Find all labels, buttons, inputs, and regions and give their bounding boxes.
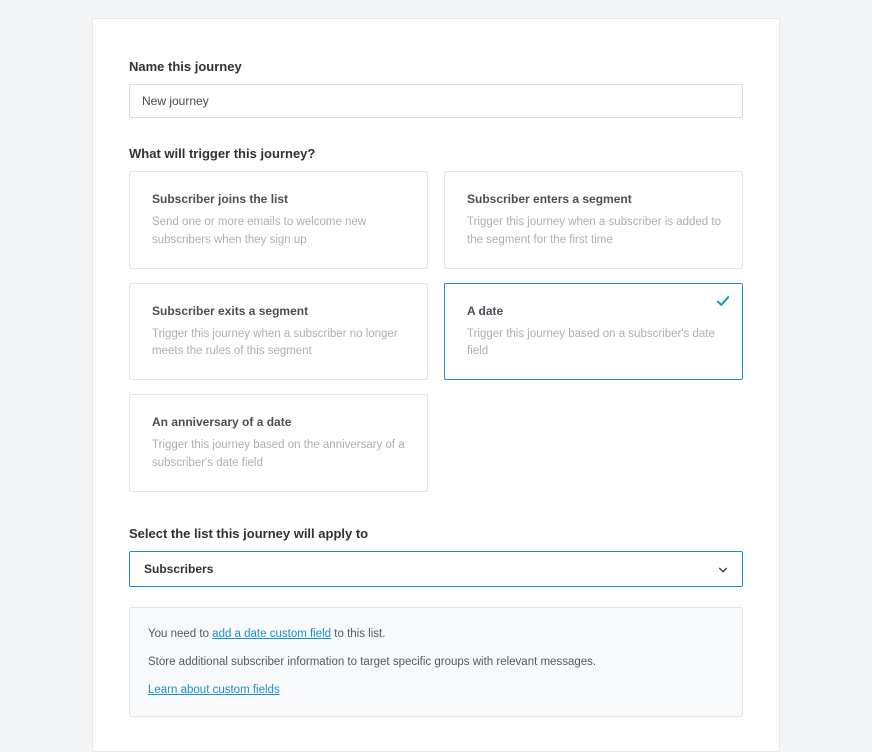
info-text: to this list.	[331, 628, 385, 640]
trigger-option-exits-segment[interactable]: Subscriber exits a segment Trigger this …	[129, 283, 428, 381]
trigger-section-label: What will trigger this journey?	[129, 146, 743, 161]
trigger-option-title: Subscriber joins the list	[152, 192, 409, 206]
add-date-custom-field-link[interactable]: add a date custom field	[212, 628, 331, 640]
journey-name-input[interactable]	[129, 84, 743, 118]
name-journey-label: Name this journey	[129, 59, 743, 74]
info-line-1: You need to add a date custom field to t…	[148, 626, 724, 642]
list-select-value: Subscribers	[144, 562, 213, 576]
trigger-option-desc: Trigger this journey based on a subscrib…	[467, 326, 724, 362]
info-text: You need to	[148, 628, 212, 640]
trigger-option-desc: Send one or more emails to welcome new s…	[152, 214, 409, 250]
trigger-option-desc: Trigger this journey based on the annive…	[152, 437, 409, 473]
journey-setup-panel: Name this journey What will trigger this…	[92, 18, 780, 752]
trigger-options-grid: Subscriber joins the list Send one or mo…	[129, 171, 743, 380]
trigger-option-title: Subscriber exits a segment	[152, 304, 409, 318]
trigger-option-joins-list[interactable]: Subscriber joins the list Send one or mo…	[129, 171, 428, 269]
trigger-option-enters-segment[interactable]: Subscriber enters a segment Trigger this…	[444, 171, 743, 269]
learn-custom-fields-link[interactable]: Learn about custom fields	[148, 684, 280, 696]
info-line-2: Store additional subscriber information …	[148, 654, 724, 670]
trigger-option-anniversary[interactable]: An anniversary of a date Trigger this jo…	[129, 394, 428, 492]
custom-field-info-box: You need to add a date custom field to t…	[129, 607, 743, 717]
list-section-label: Select the list this journey will apply …	[129, 526, 743, 541]
list-select[interactable]: Subscribers	[129, 551, 743, 587]
trigger-option-desc: Trigger this journey when a subscriber n…	[152, 326, 409, 362]
trigger-option-title: An anniversary of a date	[152, 415, 409, 429]
trigger-option-desc: Trigger this journey when a subscriber i…	[467, 214, 724, 250]
trigger-option-title: A date	[467, 304, 724, 318]
trigger-option-a-date[interactable]: A date Trigger this journey based on a s…	[444, 283, 743, 381]
chevron-down-icon	[718, 564, 728, 574]
trigger-option-title: Subscriber enters a segment	[467, 192, 724, 206]
check-icon	[716, 294, 730, 308]
